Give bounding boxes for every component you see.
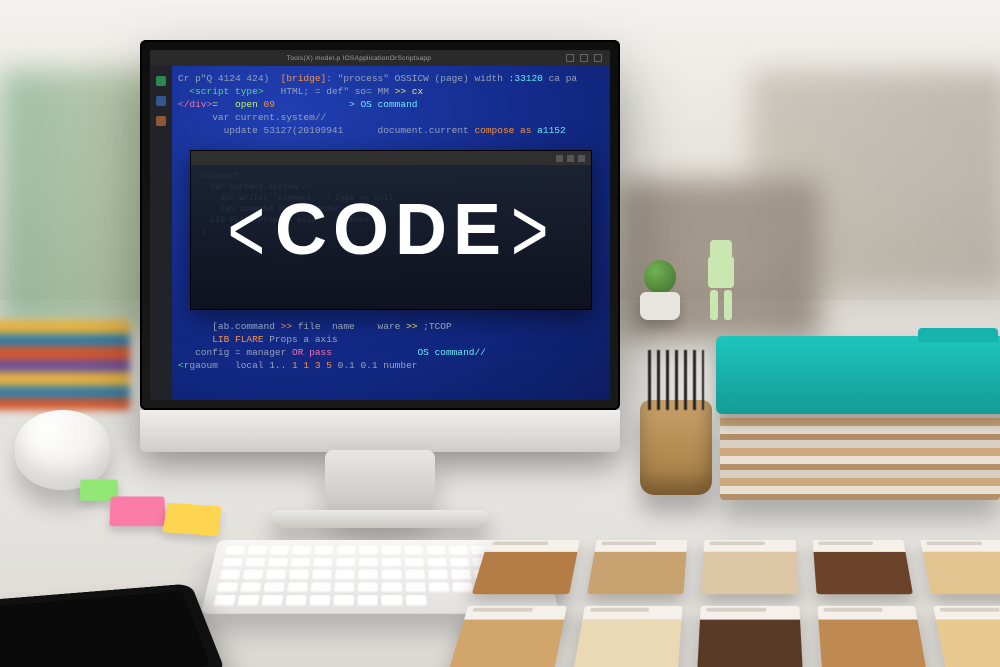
- angle-right-icon: >: [511, 178, 554, 282]
- swatch: [934, 606, 1000, 667]
- swatch: [587, 540, 688, 594]
- swatch: [472, 540, 580, 594]
- gutter-icon: [156, 76, 166, 86]
- monitor-chin: [140, 410, 620, 452]
- coffee-mug: [15, 410, 110, 490]
- window-max-icon: [580, 54, 588, 62]
- ide-gutter: [150, 66, 172, 400]
- cactus-plant: [640, 260, 680, 320]
- swatch: [921, 540, 1000, 594]
- ide-title-text: Tools(X) model.p IOSApplicationOrScripts…: [158, 55, 560, 62]
- monitor-foot: [270, 510, 490, 528]
- code-block-lower: [ab.command >> file name ware >> ;TCOP L…: [178, 320, 604, 372]
- pen-cup: [640, 400, 712, 495]
- monitor: Tools(X) model.p IOSApplicationOrScripts…: [140, 40, 620, 410]
- window-close-icon: [594, 54, 602, 62]
- swatch: [698, 606, 803, 667]
- sticky-note: [109, 497, 165, 527]
- tablet: [0, 583, 226, 667]
- folder-stack: [720, 330, 1000, 500]
- code-block-upper: Cr p"Q 4124 424) [bridge]: "process" OSS…: [178, 72, 604, 137]
- gutter-icon: [156, 96, 166, 106]
- monitor-bezel: Tools(X) model.p IOSApplicationOrScripts…: [140, 40, 620, 410]
- window-min-icon: [566, 54, 574, 62]
- gutter-icon: [156, 116, 166, 126]
- swatch: [449, 606, 566, 667]
- ide-titlebar: Tools(X) model.p IOSApplicationOrScripts…: [150, 50, 610, 66]
- toy-robot: [700, 240, 742, 320]
- code-headline-text: CODE: [275, 189, 507, 271]
- sticky-note: [162, 503, 221, 537]
- swatch: [573, 606, 682, 667]
- angle-left-icon: <: [228, 178, 271, 282]
- swatch: [701, 540, 798, 594]
- swatch: [817, 606, 926, 667]
- code-headline: < CODE >: [191, 151, 591, 309]
- book-stack: [0, 320, 130, 410]
- swatch: [812, 540, 913, 594]
- code-overlay-panel: body>art ver current.system// doc.write{…: [190, 150, 592, 310]
- wood-swatches: [449, 540, 1000, 667]
- ide-screen: Tools(X) model.p IOSApplicationOrScripts…: [150, 50, 610, 400]
